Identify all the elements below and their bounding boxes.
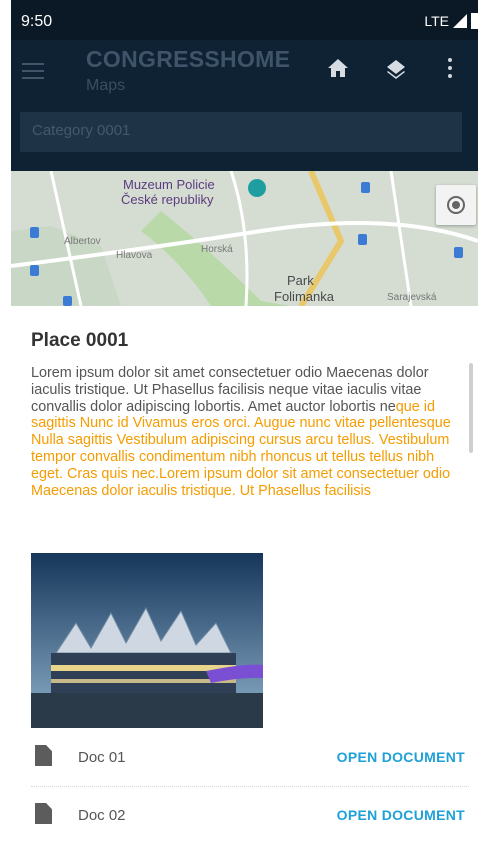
open-document-button[interactable]: OPEN DOCUMENT: [337, 749, 465, 765]
document-icon: [35, 803, 52, 824]
map-label: Albertov: [64, 236, 101, 247]
map-label: Horská: [201, 244, 233, 255]
map-label: Hlavova: [116, 250, 153, 261]
place-title: Place 0001: [31, 330, 129, 351]
place-photo: [31, 553, 263, 728]
document-icon: [35, 745, 52, 766]
map-label: České republiky: [121, 192, 214, 207]
menu-icon[interactable]: [22, 63, 44, 79]
map-view[interactable]: Muzeum Policie České republiky Albertov …: [11, 171, 478, 306]
divider: [31, 786, 469, 787]
place-description: Lorem ipsum dolor sit amet consectetuer …: [31, 365, 463, 499]
layers-icon[interactable]: [385, 58, 407, 85]
app-title: CONGRESSHOME: [86, 46, 291, 72]
status-indicators: LTE: [424, 13, 478, 29]
signal-icon: [453, 14, 467, 28]
app-subtitle: Maps: [86, 77, 126, 94]
open-document-button[interactable]: OPEN DOCUMENT: [337, 807, 465, 823]
document-row: Doc 01 OPEN DOCUMENT: [31, 735, 469, 779]
my-location-icon[interactable]: [436, 185, 476, 225]
map-label: Sarajevská: [387, 292, 437, 303]
document-name: Doc 02: [78, 807, 126, 824]
scrollbar[interactable]: [469, 363, 473, 453]
category-selector[interactable]: Category 0001: [20, 112, 462, 152]
more-vert-icon[interactable]: [448, 58, 454, 82]
document-row: Doc 02 OPEN DOCUMENT: [31, 793, 469, 837]
map-label: Muzeum Policie: [123, 177, 215, 192]
map-label: Folimanka: [274, 289, 334, 304]
network-label: LTE: [424, 13, 449, 29]
status-time: 9:50: [21, 13, 53, 30]
description-text: Lorem ipsum dolor sit amet consectetuer …: [31, 365, 429, 415]
status-bar: 9:50 LTE: [11, 0, 478, 40]
home-icon[interactable]: [327, 58, 349, 83]
map-label: Park: [287, 273, 314, 288]
battery-icon: [471, 13, 478, 29]
document-name: Doc 01: [78, 749, 126, 766]
